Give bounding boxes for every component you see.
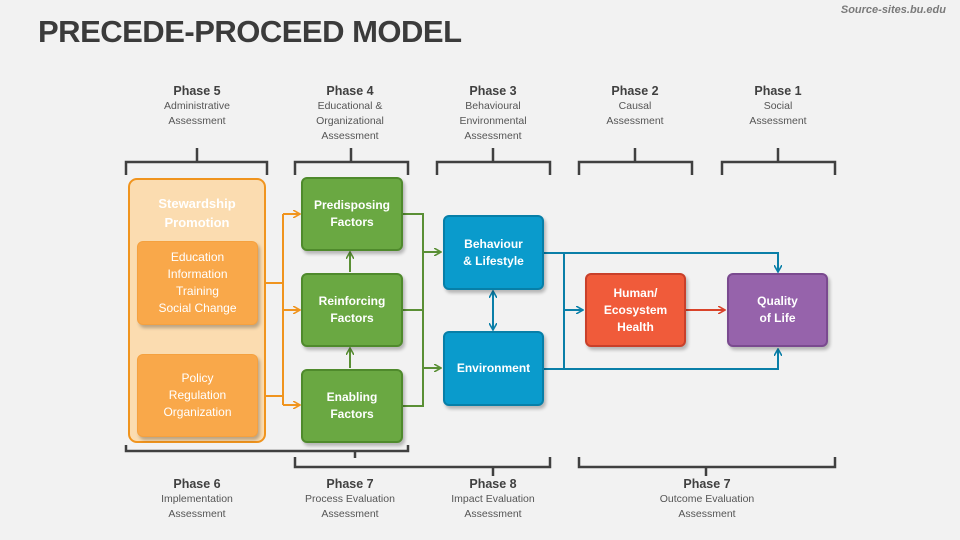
bracket-phase-2: [577, 148, 694, 175]
human-ecosystem-health-box: Human/ Ecosystem Health: [585, 273, 686, 347]
bracket-phase-5: [124, 148, 269, 175]
environment-box: Environment: [443, 331, 544, 406]
arrow-behaviour-to-quality: [544, 252, 778, 272]
bracket-phase-7-outcome: [577, 457, 837, 476]
bracket-phase-6: [124, 445, 410, 458]
bracket-phase-1: [720, 148, 837, 175]
arrow-environment-to-quality: [544, 349, 778, 370]
stewardship-promotion-label: Stewardship Promotion: [158, 196, 236, 230]
policy-box: Policy Regulation Organization: [137, 354, 258, 437]
bracket-phase-3: [435, 148, 552, 175]
bracket-phase-7-process: [293, 457, 552, 476]
green-collector: [403, 213, 424, 407]
predisposing-factors-box: Predisposing Factors: [301, 177, 403, 251]
bracket-phase-4: [293, 148, 410, 175]
education-box: Education Information Training Social Ch…: [137, 241, 258, 325]
quality-of-life-box: Quality of Life: [727, 273, 828, 347]
behaviour-lifestyle-box: Behaviour & Lifestyle: [443, 215, 544, 290]
reinforcing-factors-box: Reinforcing Factors: [301, 273, 403, 347]
enabling-factors-box: Enabling Factors: [301, 369, 403, 443]
